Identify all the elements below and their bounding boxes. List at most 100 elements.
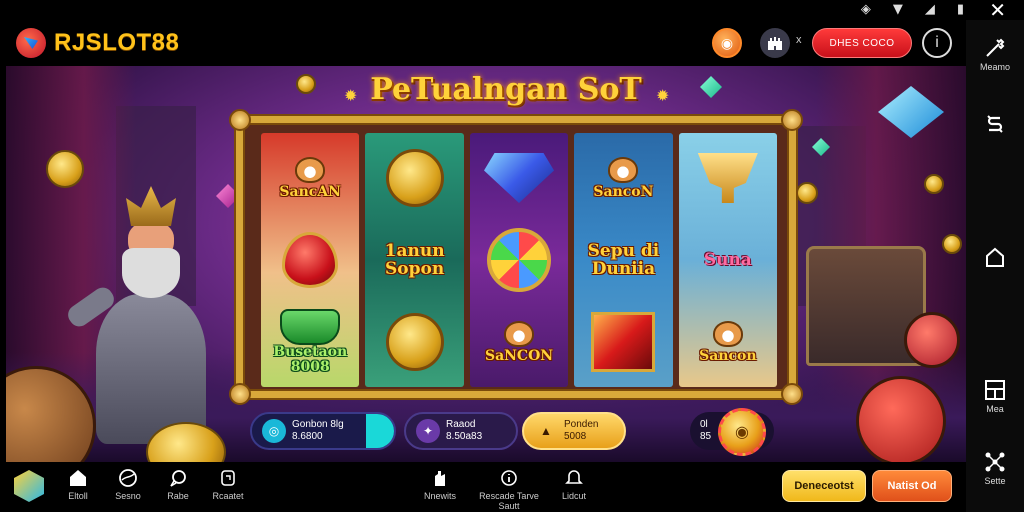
reel-2: 1anun Sopon <box>365 133 464 387</box>
deposit-button[interactable]: Deneceotst <box>782 470 866 502</box>
star-icon: ✹ <box>656 88 670 105</box>
bet-icon: ✦ <box>416 419 440 443</box>
slot-symbol: SaNCON <box>475 304 563 380</box>
layout-icon <box>985 380 1005 400</box>
triangle-icon: ▲ <box>540 424 552 438</box>
rightnav-item-mea[interactable]: Mea <box>966 378 1024 414</box>
symbol-label: SancAN <box>279 183 341 200</box>
chat-icon <box>170 470 186 487</box>
bottom-item-label: Sesno <box>115 491 141 501</box>
bottom-item-label: Rabe <box>167 491 189 501</box>
gem-logo-icon[interactable] <box>14 470 44 502</box>
game-scene: ✹ PeTualngan SoT ✹ SancAN Busetaon 8008 … <box>6 66 966 462</box>
bottom-item-rabe[interactable]: Rabe <box>150 468 206 501</box>
balance-icon: ◎ <box>262 419 286 443</box>
bottom-item-nnewits[interactable]: Nnewits <box>412 468 468 501</box>
symbol-label: Busetaon 8008 <box>273 344 348 375</box>
rightnav-label: Meamo <box>979 62 1010 72</box>
heart-shield-icon <box>282 232 339 288</box>
slot-symbol <box>475 140 563 216</box>
symbol-label: SaNCON <box>484 347 554 364</box>
bet-panel[interactable]: ✦ Raaod 8.50a83 <box>404 412 518 450</box>
gold-coin-icon <box>385 313 444 371</box>
castle-button[interactable] <box>760 28 790 58</box>
slot-symbol: Busetaon 8008 <box>266 304 354 380</box>
frame-ornament <box>781 383 803 405</box>
home-icon <box>986 247 1004 267</box>
small-stat-2: 85 <box>700 431 712 442</box>
bottom-item-label: Lidcut <box>561 491 587 501</box>
gold-coin-decor <box>296 74 316 94</box>
symbol-label: 1anun Sopon <box>384 241 445 279</box>
wizard-crown <box>126 186 176 226</box>
bottom-item-rcaatet[interactable]: Rcaatet <box>200 468 256 501</box>
bottom-item-sesno[interactable]: Sesno <box>100 468 156 501</box>
reel-4: SancoN Sepu di Duniia <box>574 133 673 387</box>
cauldron-icon <box>280 309 341 345</box>
balance-label: Gonbon 8lg <box>292 419 344 430</box>
top-app-bar: RJSLOT88 ◉ x DHES COCO i <box>0 20 966 66</box>
register-button[interactable]: Natist Od <box>872 470 952 502</box>
green-gem-decor <box>700 76 722 98</box>
rightnav-item-s[interactable] <box>966 112 1024 136</box>
rightnav-item-meamo[interactable]: Meamo <box>966 36 1024 72</box>
slot-symbol: 1anun Sopon <box>371 222 459 298</box>
slot-symbol <box>266 222 354 298</box>
blue-diamond-icon <box>484 153 555 203</box>
red-disc-decor <box>904 312 960 368</box>
slot-symbol <box>475 222 563 298</box>
small-stat-1: 0l <box>700 419 708 430</box>
gold-coin-decor <box>46 150 84 188</box>
share-icon <box>985 452 1005 472</box>
rightnav-item-sette[interactable]: Sette <box>966 450 1024 486</box>
slot-symbol <box>579 304 667 380</box>
bottom-item-rescade[interactable]: Rescade Tarve Sautt <box>476 468 542 511</box>
trophy-icon <box>697 153 758 203</box>
gold-coin-decor <box>924 174 944 194</box>
bottom-item-label: Nnewits <box>423 491 456 501</box>
signal-icon: ◢ <box>924 2 935 17</box>
balance-panel[interactable]: ◎ Gonbon 8lg 8.6800 <box>250 412 396 450</box>
bottom-item-eltoll[interactable]: Eltoll <box>50 468 106 501</box>
bottom-item-lidcut[interactable]: Lidcut <box>546 468 602 501</box>
bottom-navigation: Eltoll Sesno Rabe Rcaatet Nnewits Rescad… <box>0 462 966 512</box>
frame-ornament <box>781 109 803 131</box>
balance-add-button[interactable] <box>366 414 394 448</box>
spin-button[interactable]: ◉ <box>718 408 766 456</box>
action-value: 5008 <box>564 431 587 442</box>
slot-symbol: Suna <box>684 222 772 298</box>
balance-value: 8.6800 <box>292 431 323 442</box>
close-small-icon[interactable]: x <box>796 34 802 46</box>
action-button[interactable]: ▲ Ponden 5008 <box>522 412 626 450</box>
wifi-icon: ▼ <box>892 2 903 17</box>
info-circle-icon <box>501 470 517 486</box>
symbol-label: Sancon <box>699 347 757 364</box>
brand-logo[interactable]: RJSLOT88 <box>16 28 179 58</box>
dog-symbol-icon <box>504 320 535 347</box>
system-status-bar: ◈ ▼ ◢ ▮ ✕ <box>0 0 1024 22</box>
slot-symbol: Sepu di Duniia <box>579 222 667 298</box>
s-logo-icon <box>987 115 1003 133</box>
info-button[interactable]: i <box>922 28 952 58</box>
prize-wheel-icon <box>487 228 552 292</box>
reel-5: Suna Sancon <box>678 133 778 387</box>
slot-symbol: Sancon <box>684 304 772 380</box>
dog-symbol-icon <box>712 320 743 347</box>
cast-icon: ◈ <box>860 2 871 17</box>
rightnav-item-home[interactable] <box>966 246 1024 270</box>
slot-symbol: SancoN <box>579 140 667 216</box>
hand-icon <box>435 471 445 486</box>
frame-ornament <box>229 383 251 405</box>
symbol-label: SancoN <box>593 183 654 200</box>
coin-button[interactable]: ◉ <box>712 28 742 58</box>
gold-coin-decor <box>942 234 962 254</box>
bottom-item-label: Rescade Tarve Sautt <box>479 491 539 511</box>
symbol-label: Suna <box>703 250 752 270</box>
gold-coin-icon <box>385 149 444 207</box>
promo-button[interactable]: DHES COCO <box>812 28 912 58</box>
home-icon <box>70 470 86 486</box>
close-window-icon[interactable]: ✕ <box>989 0 1006 22</box>
wizard-beard <box>122 248 180 298</box>
slot-symbol: SancAN <box>266 140 354 216</box>
frame-ornament <box>229 109 251 131</box>
